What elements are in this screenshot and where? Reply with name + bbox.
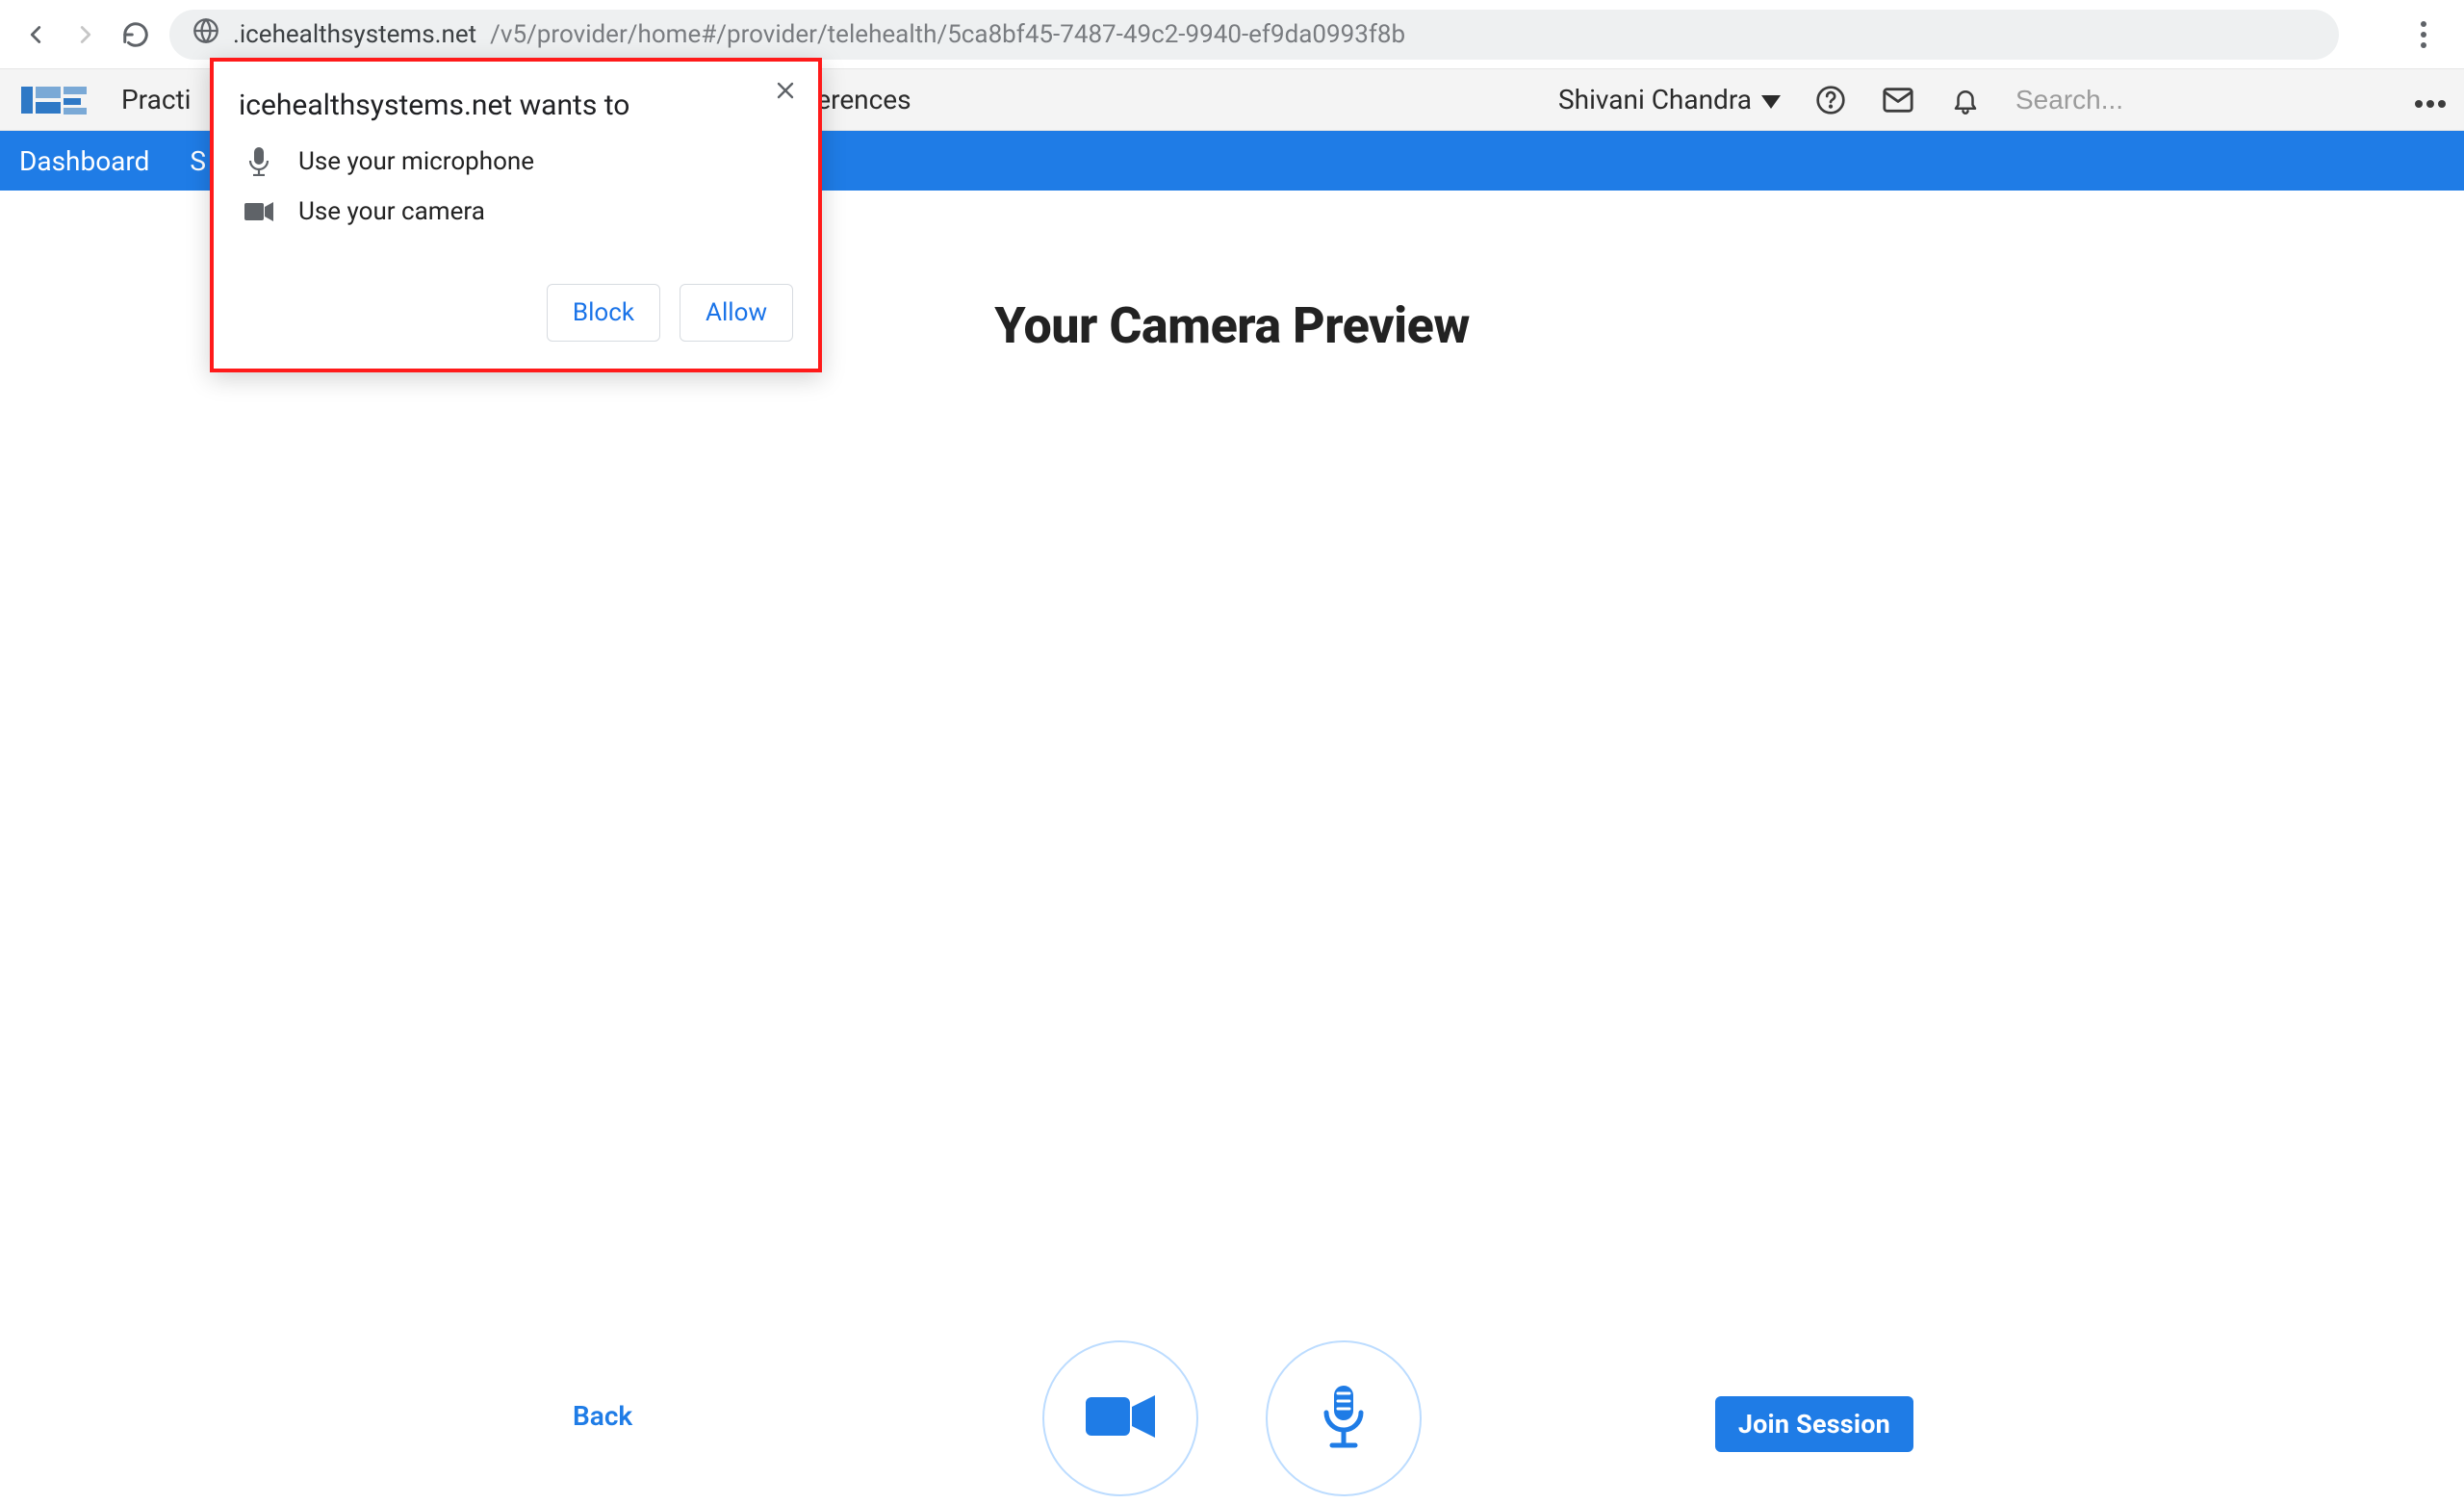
- caret-down-icon: [1761, 84, 1781, 115]
- search-input[interactable]: [2015, 85, 2362, 115]
- camera-toggle-button[interactable]: [1042, 1340, 1198, 1496]
- allow-button[interactable]: Allow: [680, 284, 793, 342]
- browser-forward-button[interactable]: [69, 18, 102, 51]
- permission-mic-label: Use your microphone: [298, 147, 534, 176]
- subnav-dashboard[interactable]: Dashboard: [19, 145, 149, 177]
- permission-row-camera: Use your camera: [239, 197, 793, 226]
- permission-row-microphone: Use your microphone: [239, 147, 793, 176]
- join-session-button[interactable]: Join Session: [1715, 1396, 1913, 1452]
- browser-url-bar[interactable]: .icehealthsystems.net/v5/provider/home#/…: [169, 10, 2339, 60]
- permission-cam-label: Use your camera: [298, 197, 485, 226]
- permission-prompt-text: icehealthsystems.net wants to: [239, 89, 793, 122]
- permission-dialog: icehealthsystems.net wants to Use your m…: [210, 58, 822, 372]
- controls-row: Back: [0, 1340, 2464, 1504]
- microphone-icon: [1319, 1382, 1369, 1455]
- microphone-toggle-button[interactable]: [1266, 1340, 1422, 1496]
- user-menu[interactable]: Shivani Chandra: [1558, 84, 1781, 115]
- url-host: .icehealthsystems.net: [233, 20, 476, 49]
- globe-icon: [192, 17, 219, 51]
- camera-icon: [1082, 1388, 1159, 1449]
- microphone-icon: [244, 147, 273, 176]
- block-button[interactable]: Block: [547, 284, 660, 342]
- browser-back-button[interactable]: [19, 18, 52, 51]
- browser-menu-button[interactable]: [2402, 13, 2445, 56]
- header-more-button[interactable]: [2414, 84, 2447, 115]
- bell-icon[interactable]: [1948, 83, 1983, 117]
- nav-practice[interactable]: Practi: [121, 84, 191, 115]
- user-name: Shivani Chandra: [1558, 84, 1752, 115]
- app-logo[interactable]: [21, 81, 89, 119]
- mail-icon[interactable]: [1881, 83, 1915, 117]
- camera-icon: [244, 197, 273, 226]
- help-icon[interactable]: [1813, 83, 1848, 117]
- permission-actions: Block Allow: [239, 284, 793, 342]
- url-path: /v5/provider/home#/provider/telehealth/5…: [490, 20, 1405, 49]
- close-icon[interactable]: [774, 79, 797, 106]
- subnav-second[interactable]: S: [190, 145, 206, 177]
- media-toggle-group: [1042, 1340, 1422, 1496]
- back-button[interactable]: Back: [573, 1400, 632, 1432]
- browser-reload-button[interactable]: [119, 18, 152, 51]
